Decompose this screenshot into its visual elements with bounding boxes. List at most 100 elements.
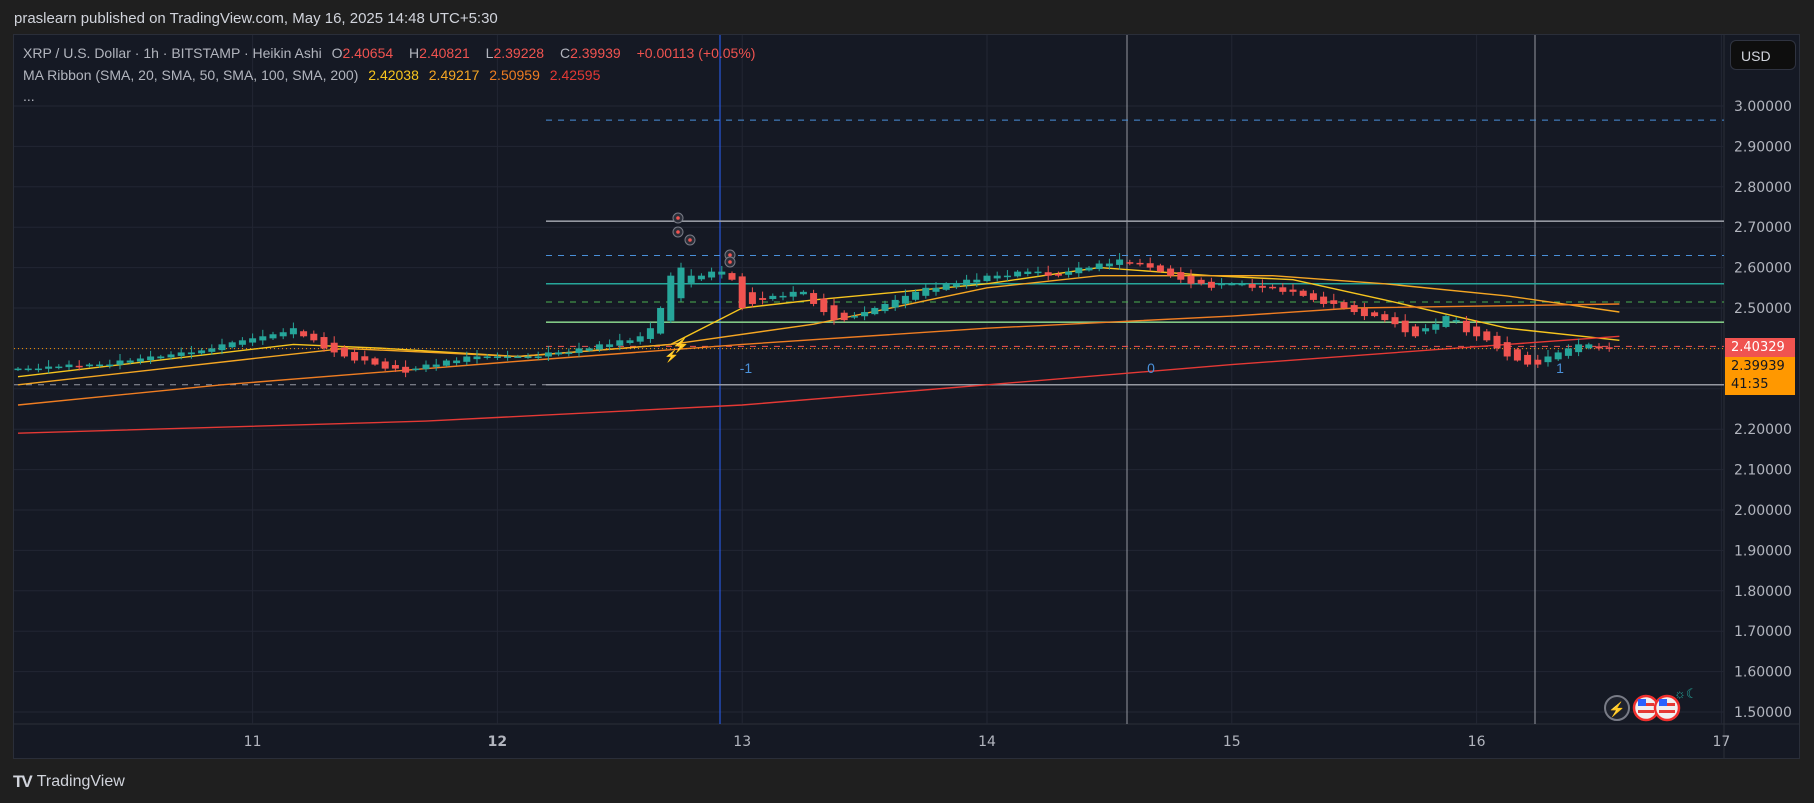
- candle: [432, 358, 440, 371]
- candle: [1371, 310, 1379, 318]
- candle-body: [1493, 335, 1501, 349]
- candle-body: [238, 340, 246, 345]
- candle-body: [697, 275, 705, 280]
- candle-body: [1391, 317, 1399, 325]
- candle-body: [1575, 344, 1583, 353]
- y-tick-label: 1.80000: [1734, 584, 1792, 600]
- currency-button[interactable]: USD: [1730, 40, 1796, 70]
- candle: [1432, 318, 1440, 334]
- candle: [1411, 324, 1419, 338]
- candle: [840, 310, 848, 322]
- candle-body: [1330, 300, 1338, 304]
- candle-body: [524, 356, 532, 358]
- ma-price-tag: 2.40329: [1725, 338, 1795, 357]
- ohlc-low: L2.39228: [485, 45, 545, 61]
- candle-body: [1605, 347, 1613, 349]
- event-marker-icon: [684, 234, 696, 246]
- candle: [1350, 301, 1358, 315]
- candle-body: [1432, 324, 1440, 330]
- candle: [1136, 258, 1144, 267]
- candle-body: [708, 271, 716, 278]
- candle-body: [1585, 344, 1593, 349]
- candle: [1207, 277, 1215, 291]
- candle-body: [1044, 272, 1052, 276]
- candle-body: [1309, 293, 1317, 300]
- candle-body: [218, 344, 226, 351]
- candle: [1269, 284, 1277, 290]
- candle-body: [1177, 272, 1185, 280]
- candle-body: [1524, 354, 1532, 365]
- candle-body: [1054, 273, 1062, 276]
- event-marker-dot: [728, 260, 732, 264]
- candle: [1014, 270, 1022, 278]
- last-price: 2.39939: [1731, 359, 1785, 374]
- candle: [1320, 291, 1328, 308]
- candle-body: [1544, 356, 1552, 363]
- candle-body: [55, 366, 63, 369]
- candle: [1146, 257, 1154, 272]
- symbol-legend[interactable]: XRP / U.S. Dollar · 1h · BITSTAMP · Heik…: [23, 45, 761, 61]
- candle: [116, 354, 124, 370]
- candle-body: [351, 352, 359, 361]
- candle-body: [657, 308, 665, 334]
- candle: [473, 350, 481, 364]
- candle-body: [65, 364, 73, 368]
- price-chart[interactable]: 3.00000 2.90000 2.80000 2.70000 2.60000 2.500…: [0, 0, 1814, 803]
- candle: [249, 333, 257, 346]
- candle-body: [1320, 296, 1328, 304]
- candle-body: [1238, 283, 1246, 286]
- candle-body: [1401, 320, 1409, 333]
- candle: [810, 289, 818, 307]
- candle-body: [45, 366, 53, 369]
- candle-body: [738, 276, 746, 308]
- ma-line-sma50: [17, 275, 1620, 386]
- candle-body: [1422, 328, 1430, 332]
- tradingview-logo[interactable]: TV TradingView: [13, 772, 125, 792]
- candle: [1156, 263, 1164, 273]
- candle-body: [555, 352, 563, 355]
- candle: [228, 340, 236, 349]
- x-tick-label: 17: [1712, 734, 1730, 750]
- candle-body: [1187, 275, 1195, 284]
- candle: [891, 295, 899, 311]
- candle: [1381, 310, 1389, 323]
- y-tick-label: 1.70000: [1734, 624, 1792, 640]
- candle-body: [228, 342, 236, 348]
- candle-body: [544, 352, 552, 357]
- candle-body: [1003, 275, 1011, 278]
- candle-body: [1075, 267, 1083, 274]
- candle-body: [769, 295, 777, 300]
- candle: [1177, 267, 1185, 284]
- y-tick-label: 2.00000: [1734, 503, 1792, 519]
- candle-body: [1513, 349, 1521, 361]
- candle-body: [1207, 281, 1215, 288]
- candle-body: [14, 368, 22, 371]
- candle-body: [912, 291, 920, 300]
- candle: [1289, 283, 1297, 296]
- candle: [769, 293, 777, 301]
- candle-body: [595, 344, 603, 350]
- ma-ribbon-legend[interactable]: MA Ribbon (SMA, 20, SMA, 50, SMA, 100, S…: [23, 67, 606, 83]
- lightning-event-icon[interactable]: ⚡: [1604, 695, 1630, 721]
- candle: [361, 350, 369, 365]
- candle: [667, 272, 675, 324]
- flag-stripe: [1638, 710, 1654, 713]
- y-tick-label: 1.60000: [1734, 665, 1792, 681]
- candle: [1595, 343, 1603, 351]
- event-marker-dot: [676, 230, 680, 234]
- candle: [259, 329, 267, 345]
- candle-body: [1156, 265, 1164, 272]
- candle-body: [1126, 262, 1134, 264]
- candle-body: [381, 361, 389, 369]
- candle-body: [575, 348, 583, 353]
- candle-body: [320, 337, 328, 349]
- candle-body: [1473, 326, 1481, 337]
- more-indicators-button[interactable]: ...: [23, 88, 35, 104]
- ma100-value: 2.50959: [489, 67, 540, 83]
- ma-line-sma100: [17, 303, 1620, 406]
- x-tick-label: 13: [733, 734, 751, 750]
- candle-body: [942, 283, 950, 290]
- candle-body: [646, 328, 654, 339]
- flag-stripe: [1659, 710, 1675, 713]
- candle-body: [300, 331, 308, 337]
